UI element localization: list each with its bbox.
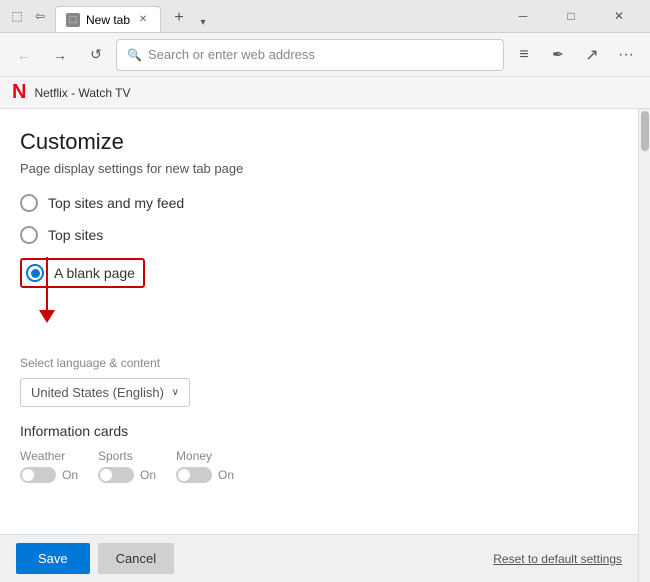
cards-row: Weather On Sports On Money — [20, 449, 618, 483]
language-section-label: Select language & content — [20, 356, 618, 370]
toggle-money-text: On — [218, 468, 234, 482]
nav-right-buttons: ≡ ✒ ↗ ··· — [508, 39, 642, 71]
back-tab-icon[interactable]: ⇦ — [31, 7, 49, 25]
refresh-button[interactable]: ↺ — [80, 39, 112, 71]
dropdown-arrow-icon: ∨ — [172, 387, 179, 398]
minimize-button[interactable]: ─ — [500, 1, 546, 31]
window-controls: ─ □ ✕ — [500, 1, 642, 31]
tab-dropdown-button[interactable]: ▾ — [193, 12, 213, 32]
tab-label: New tab — [86, 13, 130, 27]
radio-option-top-sites-feed[interactable]: Top sites and my feed — [20, 194, 618, 212]
language-dropdown[interactable]: United States (English) ∨ — [20, 378, 190, 407]
save-button[interactable]: Save — [16, 543, 90, 574]
radio-option-blank-page-highlighted[interactable]: A blank page — [20, 258, 145, 288]
toggle-weather-text: On — [62, 468, 78, 482]
language-selected-value: United States (English) — [31, 385, 164, 400]
toggle-weather-row: On — [20, 467, 78, 483]
address-search-icon: 🔍 — [127, 48, 142, 62]
active-tab[interactable]: ⬚ New tab ✕ — [55, 6, 161, 32]
toggle-sports-knob — [100, 469, 112, 481]
radio-label-blank-page: A blank page — [54, 265, 135, 281]
arrow-area — [20, 302, 618, 352]
content-area: Customize Page display settings for new … — [0, 109, 638, 582]
maximize-button[interactable]: □ — [548, 1, 594, 31]
info-cards-title: Information cards — [20, 423, 618, 439]
favorites-button[interactable]: ✒ — [542, 39, 574, 71]
toggle-weather[interactable] — [20, 467, 56, 483]
netflix-title: Netflix - Watch TV — [34, 86, 130, 100]
toggle-sports-text: On — [140, 468, 156, 482]
toggle-sports[interactable] — [98, 467, 134, 483]
radio-label-top-sites: Top sites — [48, 227, 103, 243]
red-arrow-shaft — [46, 257, 48, 312]
netflix-logo: N — [12, 81, 26, 104]
menu-icon-button[interactable]: ≡ — [508, 39, 540, 71]
tab-close-button[interactable]: ✕ — [136, 13, 150, 27]
toggle-sports-row: On — [98, 467, 156, 483]
card-weather: Weather On — [20, 449, 78, 483]
tab-favicon: ⬚ — [66, 13, 80, 27]
new-tab-button[interactable]: + — [165, 4, 193, 32]
toggle-money-row: On — [176, 467, 234, 483]
window-close-button[interactable]: ✕ — [596, 1, 642, 31]
address-bar-placeholder: Search or enter web address — [148, 47, 315, 62]
cancel-button[interactable]: Cancel — [98, 543, 174, 574]
title-bar-icons: ⬚ ⇦ — [8, 7, 49, 25]
toggle-money-knob — [178, 469, 190, 481]
radio-inner-blank-page — [31, 269, 40, 278]
main-content: Customize Page display settings for new … — [0, 109, 650, 582]
card-sports: Sports On — [98, 449, 156, 483]
card-sports-label: Sports — [98, 449, 156, 463]
toggle-money[interactable] — [176, 467, 212, 483]
forward-button[interactable]: → — [44, 39, 76, 71]
tab-group: ⬚ New tab ✕ + ▾ — [55, 0, 494, 32]
reset-button[interactable]: Reset to default settings — [493, 552, 622, 566]
share-button[interactable]: ↗ — [576, 39, 608, 71]
radio-circle-top-sites-feed — [20, 194, 38, 212]
card-money-label: Money — [176, 449, 234, 463]
card-weather-label: Weather — [20, 449, 78, 463]
scrollbar-thumb[interactable] — [641, 111, 649, 151]
page-subtitle: Page display settings for new tab page — [20, 161, 618, 176]
page-title: Customize — [20, 129, 618, 155]
netflix-bar: N Netflix - Watch TV — [0, 77, 650, 109]
more-button[interactable]: ··· — [610, 39, 642, 71]
radio-label-top-sites-feed: Top sites and my feed — [48, 195, 184, 211]
radio-circle-top-sites — [20, 226, 38, 244]
radio-circle-blank-page — [26, 264, 44, 282]
red-arrow-head — [39, 310, 55, 323]
address-bar[interactable]: 🔍 Search or enter web address — [116, 39, 504, 71]
card-money: Money On — [176, 449, 234, 483]
nav-bar: ← → ↺ 🔍 Search or enter web address ≡ ✒ … — [0, 33, 650, 77]
toggle-weather-knob — [22, 469, 34, 481]
title-bar: ⬚ ⇦ ⬚ New tab ✕ + ▾ ─ □ ✕ — [0, 0, 650, 33]
scrollbar[interactable] — [638, 109, 650, 582]
radio-option-top-sites[interactable]: Top sites — [20, 226, 618, 244]
footer-bar: Save Cancel Reset to default settings — [0, 534, 638, 582]
browser-icon: ⬚ — [8, 7, 26, 25]
back-button[interactable]: ← — [8, 39, 40, 71]
